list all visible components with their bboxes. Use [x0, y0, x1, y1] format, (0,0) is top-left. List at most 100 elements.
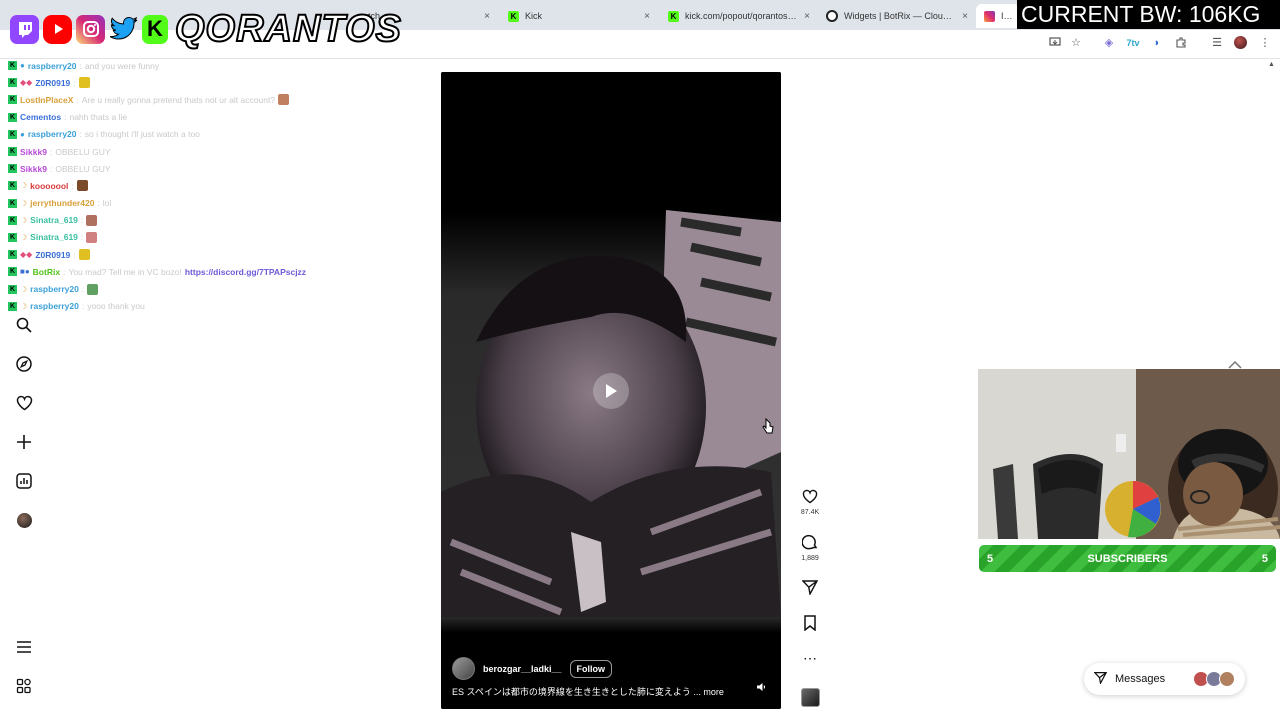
chat-line: K LostInPlaceX : Are u really gonna pret… — [8, 91, 428, 108]
extensions-puzzle-icon[interactable] — [1174, 36, 1188, 50]
tab-kick-popout[interactable]: K kick.com/popout/qorantos/cha × — [660, 4, 818, 28]
tab-instagram[interactable]: Insta — [976, 4, 1020, 28]
kick-badge-icon: K — [8, 164, 17, 174]
kick-badge-icon: K — [8, 181, 17, 191]
kick-icon: K — [142, 14, 168, 44]
follow-button[interactable]: Follow — [569, 659, 613, 678]
chat-message: nahh thats a lie — [69, 112, 128, 123]
chat-username: jerrythunder420 — [30, 198, 95, 209]
tab-close-icon[interactable]: × — [804, 11, 810, 22]
explore-compass-icon[interactable] — [15, 355, 33, 373]
chevron-up-icon[interactable] — [1228, 360, 1242, 372]
share-paper-plane-icon[interactable] — [798, 579, 822, 598]
chat-emote — [86, 214, 98, 226]
kick-badge-icon: K — [8, 198, 17, 208]
chat-emote — [87, 283, 99, 295]
like-action[interactable]: 87.4K — [798, 489, 822, 516]
tab-label: Widgets | BotRix — Cloud Strea — [844, 11, 957, 21]
dashboard-icon[interactable] — [15, 472, 33, 490]
create-plus-icon[interactable] — [15, 433, 33, 451]
chat-line: K ◆◆ Z0R0919 : — [8, 74, 428, 91]
browser-menu-icon[interactable]: ⋮ — [1258, 36, 1272, 50]
chat-separator: : — [97, 198, 100, 209]
tab-close-icon[interactable]: × — [484, 11, 490, 22]
sub-badge-icon: ◆◆ — [20, 250, 33, 260]
chat-emote — [278, 94, 290, 106]
messages-button[interactable]: Messages — [1084, 663, 1245, 695]
chat-username: raspberry20 — [30, 301, 79, 312]
subscriber-goal-bar: 5 SUBSCRIBERS 5 — [979, 545, 1276, 572]
chat-separator: : — [71, 180, 74, 191]
like-count: 87.4K — [800, 509, 820, 516]
chat-line: K ☽ kooooool : — [8, 177, 428, 194]
chat-separator: : — [49, 146, 53, 157]
audio-icon[interactable] — [754, 682, 768, 694]
tab-close-icon[interactable]: × — [962, 11, 968, 22]
chat-separator: : — [64, 112, 67, 123]
chat-separator: : — [79, 60, 82, 71]
save-bookmark-icon[interactable] — [798, 615, 822, 634]
moon-badge-icon: ☽ — [20, 301, 28, 311]
chat-separator: : — [63, 266, 66, 277]
subscriber-count-right: 5 — [1261, 552, 1268, 565]
subscriber-goal-label: SUBSCRIBERS — [1087, 552, 1168, 565]
messages-label: Messages — [1115, 673, 1166, 685]
comment-bubble-icon[interactable] — [798, 534, 822, 553]
notifications-heart-icon[interactable] — [15, 394, 33, 412]
kick-badge-icon: K — [8, 61, 17, 71]
tab-kick[interactable]: K Kick × — [500, 4, 658, 28]
chat-username: raspberry20 — [27, 129, 77, 140]
profile-avatar-icon[interactable] — [1234, 36, 1248, 50]
tab-search-icon[interactable]: ☰ — [1210, 36, 1224, 50]
moon-badge-icon: ☽ — [20, 284, 28, 294]
like-heart-icon[interactable] — [798, 489, 822, 507]
search-icon[interactable] — [15, 316, 33, 334]
chat-line: K ◆◆ Z0R0919 : — [8, 246, 428, 263]
chat-link[interactable]: https://discord.gg/7TPAPscjzz — [185, 267, 306, 277]
subscriber-count-left: 5 — [987, 552, 994, 565]
chat-line: K ☽ raspberry20 : — [8, 280, 428, 297]
audio-thumbnail[interactable] — [798, 688, 822, 707]
kick-badge-icon: K — [8, 78, 17, 88]
moon-badge-icon: ☽ — [20, 181, 28, 191]
extension-icon[interactable]: ◗ — [1150, 36, 1164, 50]
play-icon[interactable] — [593, 373, 629, 409]
more-options-icon[interactable]: ⋯ — [798, 651, 822, 665]
comment-action[interactable]: 1,889 — [798, 534, 822, 562]
extension-icon[interactable]: ◈ — [1102, 36, 1116, 50]
bookmark-star-icon[interactable]: ☆ — [1069, 36, 1083, 50]
tab-label: Insta — [1001, 11, 1012, 21]
profile-avatar[interactable] — [15, 511, 33, 529]
chat-username: raspberry20 — [27, 60, 77, 71]
current-bw-banner: CURRENT BW: 106KG — [1017, 0, 1280, 29]
extension-icon[interactable]: 7tv — [1126, 36, 1140, 50]
kick-badge-icon: K — [8, 112, 17, 122]
tab-close-icon[interactable]: × — [644, 11, 650, 22]
chat-overlay: K ● raspberry20 : and you were funny K ◆… — [8, 57, 428, 315]
scrollbar-up-arrow-icon[interactable]: ▲ — [1268, 61, 1275, 68]
webcam-overlay — [978, 369, 1280, 539]
more-menu-icon[interactable] — [15, 638, 33, 656]
mouse-cursor-icon — [762, 417, 774, 439]
tab-botrix[interactable]: Widgets | BotRix — Cloud Strea × — [818, 4, 976, 28]
verified-badge-icon: ● — [20, 61, 25, 71]
chat-line: K ● raspberry20 : so i thought i'll just… — [8, 126, 428, 143]
chat-username: Cementos — [20, 112, 62, 123]
caption-text: ES スペインは都市の境界線を生き生きとした肺に変えよう — [452, 687, 691, 697]
chat-username: kooooool — [30, 180, 69, 191]
messages-paper-plane-icon — [1093, 671, 1108, 687]
kick-badge-icon: K — [8, 284, 17, 294]
kick-favicon-icon: K — [508, 10, 519, 22]
moon-badge-icon: ☽ — [20, 198, 28, 208]
reel-caption: ES スペインは都市の境界線を生き生きとした肺に変えよう ... more — [452, 685, 747, 698]
also-from-meta-icon[interactable] — [15, 677, 33, 695]
chat-message: You mad? Tell me in VC bozo! — [68, 266, 182, 277]
kick-favicon-icon: K — [668, 10, 679, 22]
chat-line: K ● raspberry20 : and you were funny — [8, 57, 428, 74]
author-username[interactable]: berozgar__ladki__ — [483, 664, 562, 674]
author-avatar[interactable] — [452, 657, 475, 680]
caption-more-link[interactable]: ... more — [693, 687, 724, 697]
install-app-icon[interactable] — [1048, 36, 1062, 50]
chat-line: K Cementos : nahh thats a lie — [8, 109, 428, 126]
chat-line: K Sikkk9 : OBBELU GUY — [8, 160, 428, 177]
